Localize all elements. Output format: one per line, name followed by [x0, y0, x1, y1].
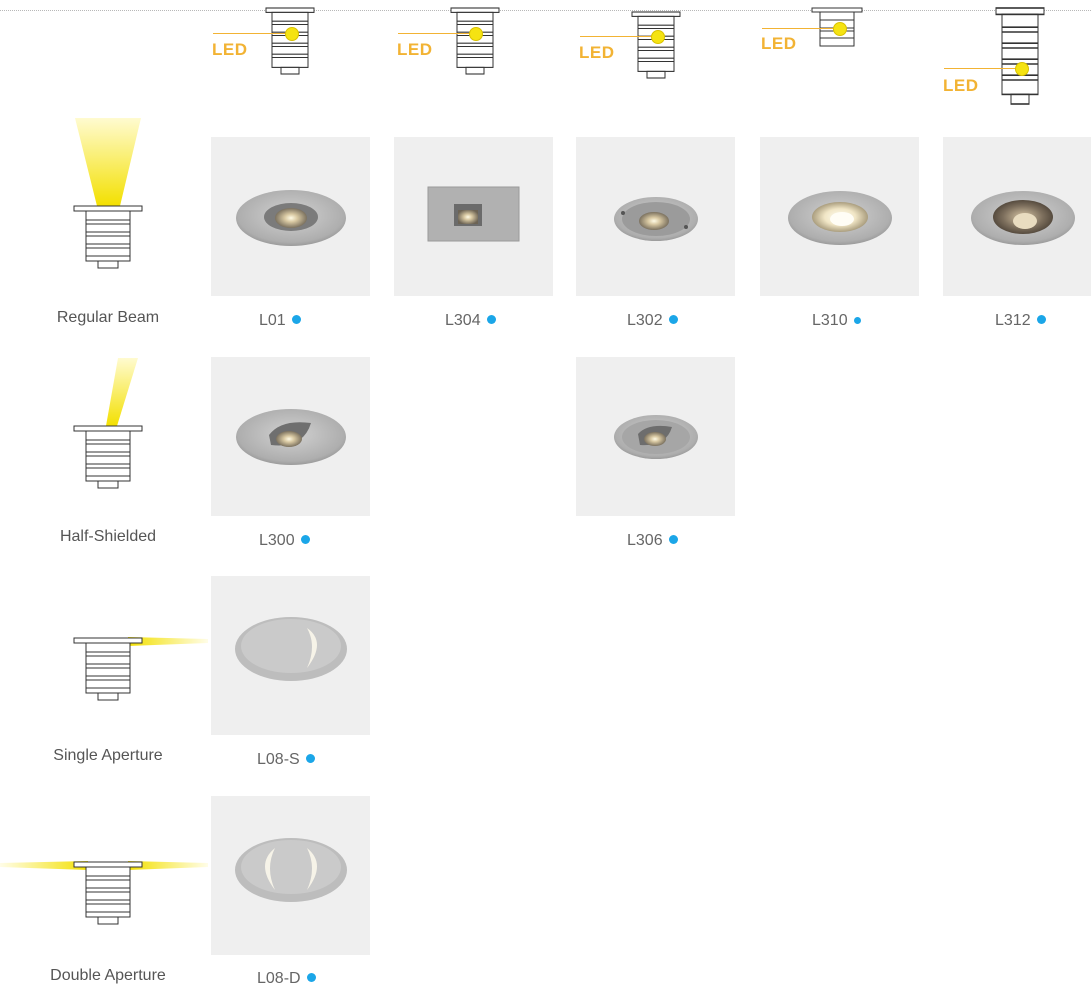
product-tile-l312[interactable]: [943, 137, 1091, 296]
product-image: [236, 409, 346, 465]
product-tile-l08-d[interactable]: [211, 796, 370, 955]
product-code-text: L300: [259, 532, 295, 549]
availability-dot: [306, 973, 316, 982]
product-tile-l306[interactable]: [576, 357, 735, 516]
product-tile-l304[interactable]: [394, 137, 553, 296]
fixture-5-diagram: [995, 7, 1045, 105]
product-code-l302[interactable]: L302: [627, 312, 678, 330]
availability-dot: [668, 315, 678, 324]
led-label: LED: [943, 76, 979, 95]
product-code-text: L304: [445, 312, 481, 329]
product-image: [971, 191, 1075, 245]
availability-dot: [291, 315, 301, 324]
product-image: [236, 190, 346, 246]
led-label: LED: [761, 34, 797, 53]
product-tile-l08-s[interactable]: [211, 576, 370, 735]
product-image: [235, 617, 347, 681]
led-label: LED: [397, 40, 433, 59]
availability-dot: [1036, 315, 1046, 324]
led-line: [580, 36, 658, 37]
led-label: LED: [212, 40, 248, 59]
led-dot: [1015, 62, 1029, 76]
product-code-text: L306: [627, 532, 663, 549]
led-line: [762, 28, 840, 29]
led-dot: [285, 27, 299, 41]
fixture-2-diagram: [450, 7, 500, 75]
fixture-diagrams: [265, 7, 1045, 105]
product-code-l08-d[interactable]: L08-D: [257, 970, 316, 988]
product-tile-l310[interactable]: [760, 137, 919, 296]
product-code-text: L312: [995, 312, 1031, 329]
availability-dot: [486, 315, 496, 324]
beam-type-label: Half-Shielded: [59, 528, 157, 545]
product-code-text: L01: [259, 312, 286, 329]
double-aperture-diagram: [0, 861, 208, 925]
product-tile-l01[interactable]: [211, 137, 370, 296]
led-line: [398, 33, 476, 34]
product-code-l01[interactable]: L01: [259, 312, 301, 330]
availability-dot: [300, 535, 310, 544]
fixture-1-diagram: [265, 7, 315, 75]
product-code-l304[interactable]: L304: [445, 312, 496, 330]
product-code-l306[interactable]: L306: [627, 532, 678, 550]
led-dot: [833, 22, 847, 36]
product-code-text: L310: [812, 312, 848, 329]
product-image: [427, 186, 520, 242]
led-dot: [469, 27, 483, 41]
product-code-l300[interactable]: L300: [259, 532, 310, 550]
product-image: [788, 191, 892, 245]
led-dot: [651, 30, 665, 44]
product-code-text: L08-S: [257, 751, 300, 768]
led-line: [213, 33, 291, 34]
product-tile-l302[interactable]: [576, 137, 735, 296]
led-line: [944, 68, 1022, 69]
beam-type-label: Regular Beam: [56, 309, 160, 326]
product-code-l312[interactable]: L312: [995, 312, 1046, 330]
single-aperture-diagram: [73, 637, 208, 701]
availability-dot: [305, 754, 315, 763]
regular-beam-diagram: [73, 118, 143, 269]
product-code-text: L302: [627, 312, 663, 329]
fixture-3-diagram: [631, 11, 681, 79]
product-code-text: L08-D: [257, 970, 301, 987]
product-code-l08-s[interactable]: L08-S: [257, 751, 315, 769]
product-image: [614, 197, 698, 241]
availability-dot: [668, 535, 678, 544]
beam-type-label: Single Aperture: [53, 747, 163, 764]
product-image: [235, 838, 347, 902]
led-label: LED: [579, 43, 615, 62]
product-code-l310[interactable]: L310: [812, 312, 861, 330]
product-image: [614, 415, 698, 459]
availability-dot: [853, 317, 861, 324]
product-tile-l300[interactable]: [211, 357, 370, 516]
beam-type-label: Double Aperture: [50, 967, 166, 984]
half-shielded-diagram: [73, 358, 143, 489]
